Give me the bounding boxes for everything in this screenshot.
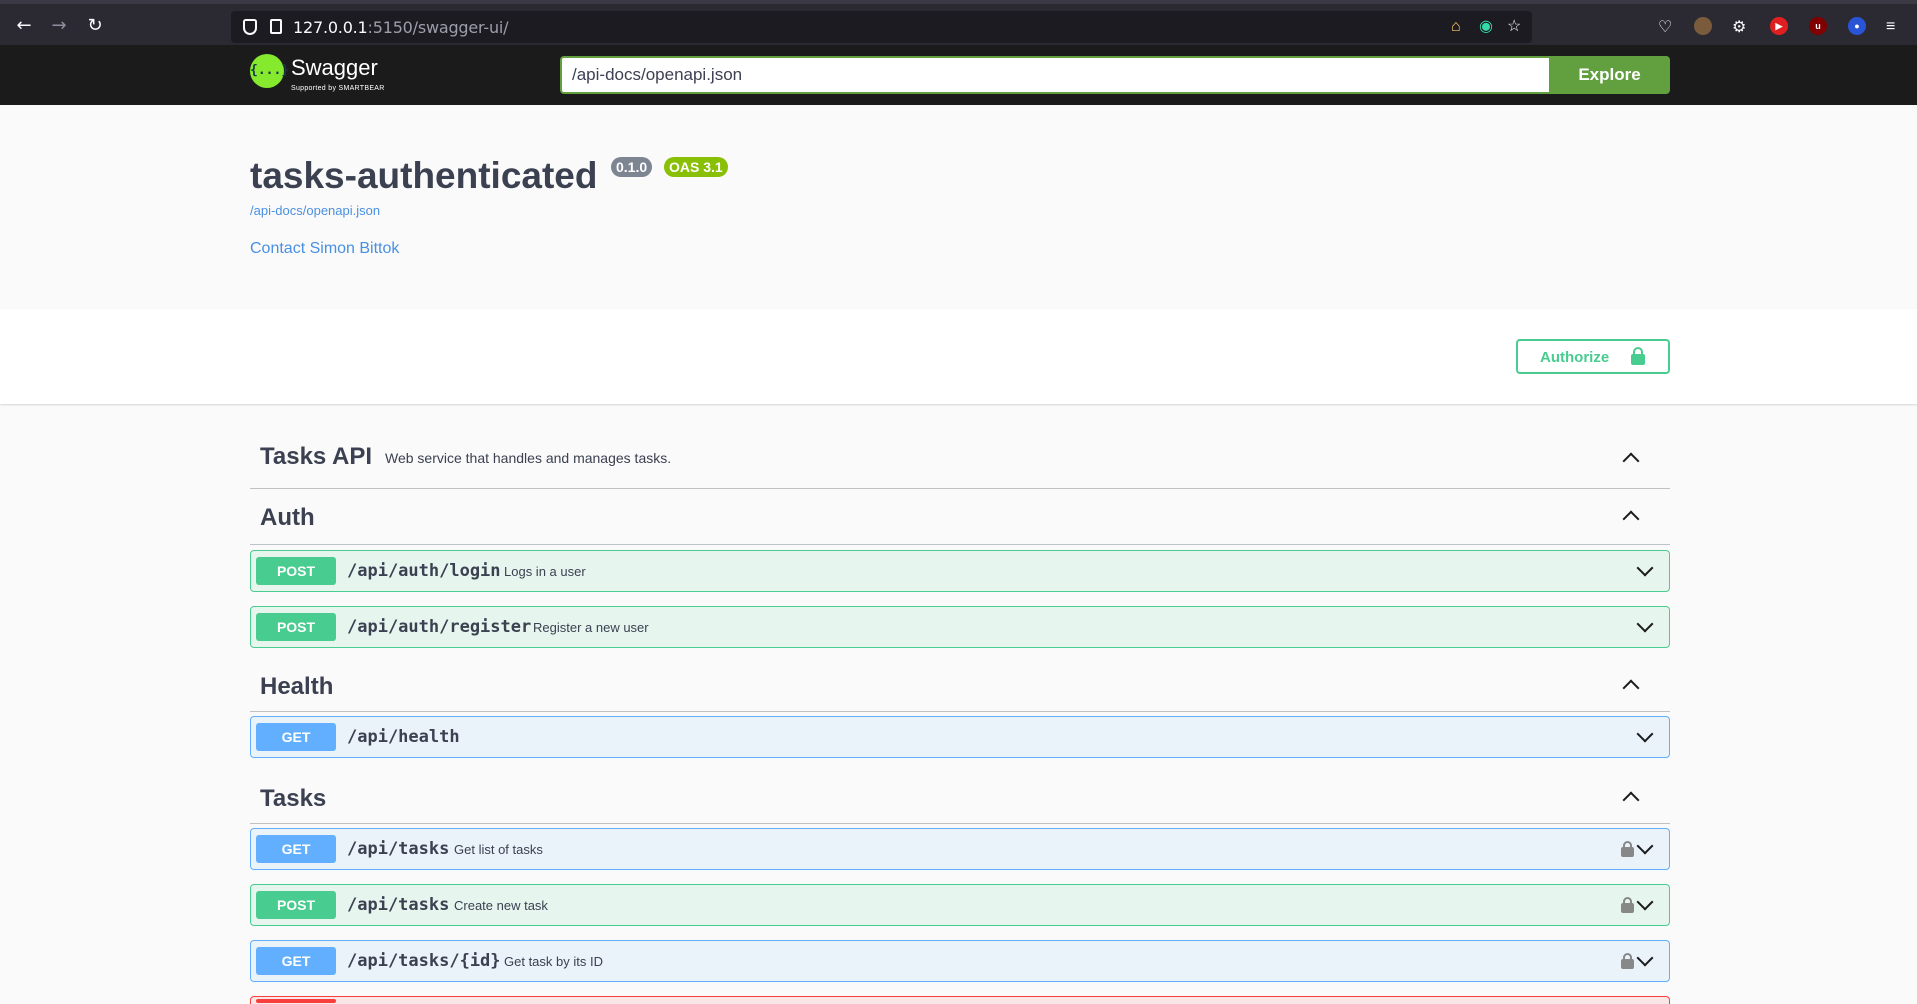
chevron-down-icon[interactable] [1636, 615, 1654, 633]
swagger-logo-text[interactable]: Swagger [291, 55, 378, 81]
oas-badge: OAS 3.1 [664, 157, 728, 177]
pocket-icon[interactable]: ♡ [1658, 18, 1672, 38]
swagger-logo-icon[interactable]: {...} [250, 54, 289, 88]
operation-path: /api/auth/register [347, 617, 532, 637]
operation-row[interactable] [250, 996, 1670, 1004]
method-badge: GET [256, 723, 336, 751]
section-auth[interactable]: Auth [250, 489, 1670, 545]
operation-summary: Get list of tasks [454, 842, 543, 857]
home-icon[interactable]: ⌂ [1451, 17, 1461, 37]
operation-summary: Create new task [454, 898, 548, 913]
operation-summary: Get task by its ID [504, 954, 603, 969]
ublock-extension-icon[interactable]: u [1809, 17, 1827, 35]
scheme-container: Authorize [0, 309, 1917, 404]
extension-status-icon[interactable]: ◉ [1479, 17, 1493, 37]
chevron-up-icon[interactable] [1622, 452, 1640, 470]
section-title: Auth [260, 504, 315, 531]
method-badge [256, 999, 336, 1003]
operation-row[interactable]: POST /api/auth/register Register a new u… [250, 606, 1670, 648]
operation-path: /api/health [347, 727, 460, 747]
method-badge: POST [256, 557, 336, 585]
operation-row[interactable]: GET /api/tasks Get list of tasks [250, 828, 1670, 870]
shield-icon[interactable] [243, 19, 257, 35]
operation-row[interactable]: GET /api/tasks/{id} Get task by its ID [250, 940, 1670, 982]
authorize-button[interactable]: Authorize [1516, 339, 1670, 374]
section-title: Health [260, 673, 334, 700]
swagger-topbar: {...} Swagger Supported by SMARTBEAR Exp… [0, 45, 1917, 105]
chevron-up-icon[interactable] [1622, 510, 1640, 528]
operation-path: /api/tasks [347, 839, 450, 859]
chevron-down-icon[interactable] [1636, 837, 1654, 855]
youtube-extension-icon[interactable]: ▶ [1770, 17, 1788, 35]
section-title: Tasks [260, 785, 327, 812]
lock-icon[interactable] [1621, 841, 1634, 857]
lock-icon [1631, 347, 1645, 365]
chevron-down-icon[interactable] [1636, 725, 1654, 743]
explore-button[interactable]: Explore [1549, 56, 1670, 94]
method-badge: GET [256, 947, 336, 975]
section-tasks[interactable]: Tasks [250, 768, 1670, 824]
section-title: Tasks API [260, 443, 373, 470]
extensions-icon[interactable]: ⚙ [1732, 18, 1746, 38]
operation-row[interactable]: GET /api/health [250, 716, 1670, 758]
operation-path: /api/tasks/{id} [347, 951, 501, 971]
operation-path: /api/tasks [347, 895, 450, 915]
chevron-down-icon[interactable] [1636, 893, 1654, 911]
page-icon[interactable] [270, 19, 282, 34]
reload-icon[interactable]: ↻ [83, 14, 107, 38]
version-badge: 0.1.0 [611, 157, 653, 177]
api-info: tasks-authenticated 0.1.0 OAS 3.1 /api-d… [0, 105, 1917, 309]
back-icon[interactable]: ← [12, 14, 36, 38]
chevron-down-icon[interactable] [1636, 949, 1654, 967]
method-badge: POST [256, 613, 336, 641]
privacy-extension-icon[interactable]: ● [1848, 17, 1866, 35]
menu-icon[interactable]: ≡ [1886, 17, 1895, 37]
url-text[interactable]: 127.0.0.1:5150/swagger-ui/ [293, 18, 509, 37]
browser-toolbar: ← → ↻ 127.0.0.1:5150/swagger-ui/ ⌂ ◉ ☆ ♡… [0, 0, 1917, 45]
method-badge: POST [256, 891, 336, 919]
section-health[interactable]: Health [250, 656, 1670, 712]
lock-icon[interactable] [1621, 897, 1634, 913]
forward-icon[interactable]: → [47, 14, 71, 38]
chevron-down-icon[interactable] [1636, 559, 1654, 577]
operation-path: /api/auth/login [347, 561, 501, 581]
operation-summary: Register a new user [533, 620, 649, 635]
chevron-up-icon[interactable] [1622, 791, 1640, 809]
swagger-logo-subtitle: Supported by SMARTBEAR [291, 85, 385, 92]
operation-summary: Logs in a user [504, 564, 586, 579]
method-badge: GET [256, 835, 336, 863]
chevron-up-icon[interactable] [1622, 679, 1640, 697]
operation-row[interactable]: POST /api/auth/login Logs in a user [250, 550, 1670, 592]
section-description: Web service that handles and manages tas… [385, 450, 672, 466]
operation-row[interactable]: POST /api/tasks Create new task [250, 884, 1670, 926]
spec-url-input[interactable] [560, 56, 1551, 94]
page-title: tasks-authenticated [250, 155, 598, 196]
account-avatar-icon[interactable] [1694, 17, 1712, 35]
address-bar[interactable]: 127.0.0.1:5150/swagger-ui/ ⌂ ◉ ☆ [231, 11, 1532, 43]
section-tasks-api[interactable]: Tasks API Web service that handles and m… [250, 430, 1670, 489]
contact-link[interactable]: Contact Simon Bittok [250, 240, 399, 258]
spec-link[interactable]: /api-docs/openapi.json [250, 203, 380, 218]
lock-icon[interactable] [1621, 953, 1634, 969]
bookmark-star-icon[interactable]: ☆ [1507, 17, 1521, 37]
